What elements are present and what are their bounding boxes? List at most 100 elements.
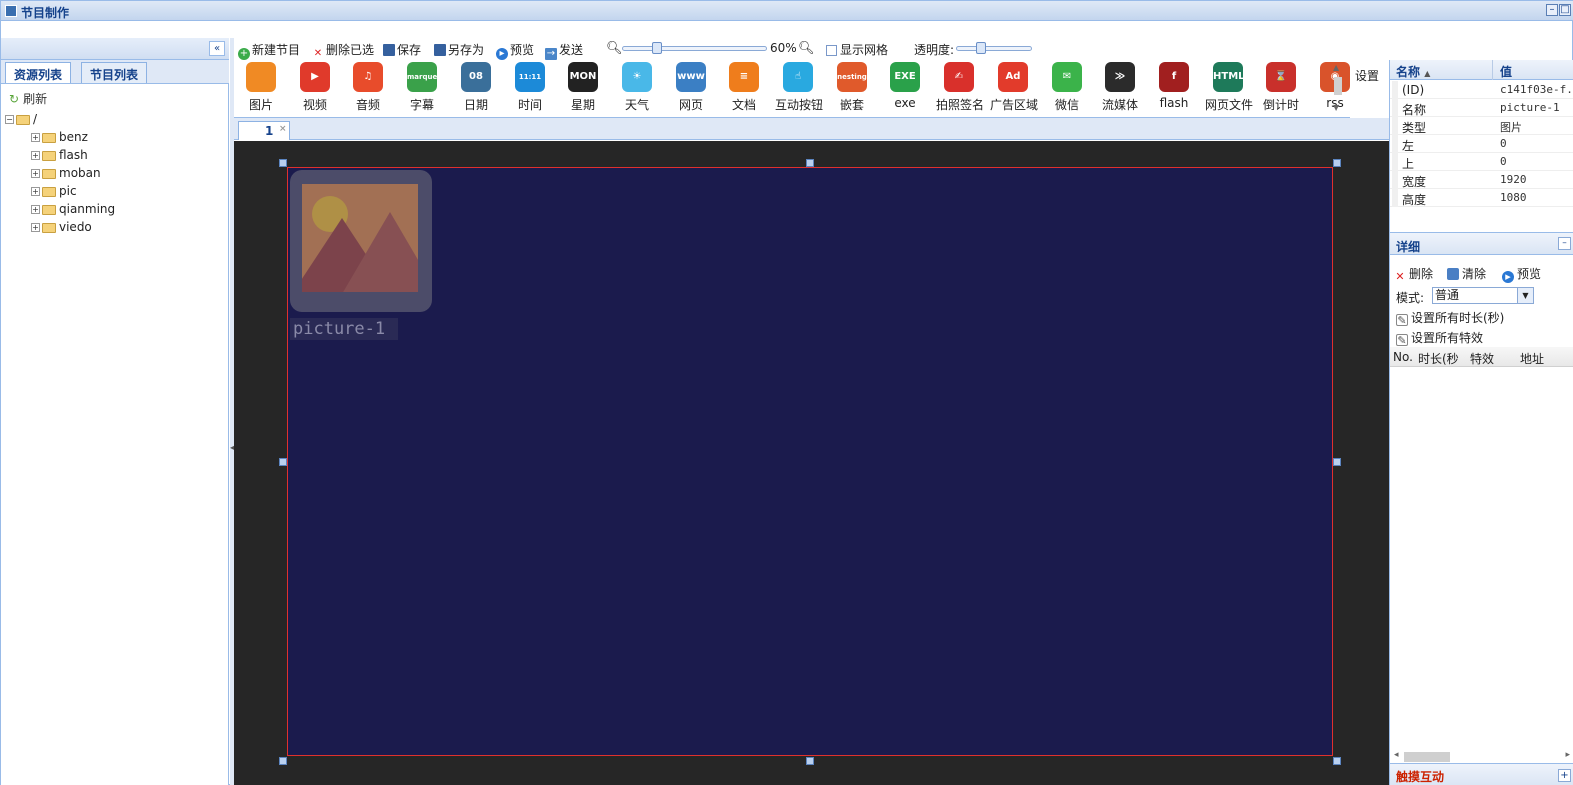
expand-icon[interactable]: + [31,223,40,232]
property-value[interactable]: 1920 [1500,173,1527,186]
widget-calendar[interactable]: 08 日期 [453,62,499,116]
expand-panel-button[interactable]: + [1558,769,1571,782]
program-stage[interactable]: picture-1 [287,167,1333,756]
delete-selected-button[interactable]: ✕ 删除已选 [312,41,374,60]
send-button[interactable]: → 发送 [545,41,583,60]
show-grid-checkbox[interactable]: 显示网格 [826,41,888,58]
opacity-slider[interactable] [956,46,1032,51]
tab-program-list[interactable]: 节目列表 [81,62,148,83]
expand-icon[interactable]: + [31,187,40,196]
preview-button[interactable]: ▸ 预览 [496,41,534,60]
widget-music[interactable]: ♫ 音频 [345,62,391,116]
tree-node-qianming[interactable]: + qianming [5,200,115,218]
column-effect[interactable]: 特效 [1470,350,1494,367]
property-value[interactable]: picture-1 [1500,101,1560,114]
resize-handle-n[interactable] [806,159,814,167]
tree-node-root[interactable]: − / [5,110,115,128]
tree-node-moban[interactable]: + moban [5,164,115,182]
scroll-right-icon[interactable]: ▸ [1565,750,1570,760]
tab-resource-list[interactable]: 资源列表 [5,62,72,83]
resize-handle-ne[interactable] [1333,159,1341,167]
property-value[interactable]: c141f03e-f... [1500,83,1573,96]
collapse-panel-button[interactable]: « [209,41,225,56]
widget-web[interactable]: www 网页 [668,62,714,116]
widget-hourglass[interactable]: ⌛ 倒计时 [1258,62,1304,116]
widget-html[interactable]: HTML 网页文件 [1205,62,1253,116]
zoom-in-icon[interactable]: 🔍︎ [798,41,815,56]
resize-handle-sw[interactable] [279,757,287,765]
property-value[interactable]: 0 [1500,137,1507,150]
widget-ad[interactable]: Ad 广告区域 [990,62,1038,116]
collapse-detail-button[interactable]: – [1558,237,1571,250]
maximize-button[interactable]: □ [1559,4,1571,16]
set-all-effects-button[interactable]: ✎ 设置所有特效 [1396,329,1483,347]
resize-handle-se[interactable] [1333,757,1341,765]
zoom-slider-thumb[interactable] [652,42,662,54]
expand-icon[interactable]: + [31,169,40,178]
property-row[interactable]: 名称 picture-1 [1390,99,1573,117]
save-button[interactable]: 保存 [383,41,421,58]
detail-preview-button[interactable]: ▸ 预览 [1502,265,1541,283]
expand-icon[interactable]: + [31,133,40,142]
scroll-thumb[interactable] [1404,752,1450,762]
expand-icon[interactable]: + [31,205,40,214]
property-row[interactable]: 上0 [1390,153,1573,171]
detail-delete-button[interactable]: ✕ 删除 [1394,265,1433,283]
property-value[interactable]: 1080 [1500,191,1527,204]
property-value[interactable]: 图片 [1500,119,1522,135]
property-row[interactable]: 类型 图片 [1390,117,1573,135]
property-value[interactable]: 0 [1500,155,1507,168]
column-duration[interactable]: 时长(秒 [1418,350,1459,367]
widget-touch-button[interactable]: ☝ 互动按钮 [775,62,823,116]
program-tab-1[interactable]: 1 × [238,121,290,140]
collapse-icon[interactable]: − [5,115,14,124]
widget-weather[interactable]: ☀ 天气 [614,62,660,116]
detail-clear-button[interactable]: 清除 [1447,265,1486,282]
widget-stream[interactable]: ≫ 流媒体 [1097,62,1143,116]
value-column-header[interactable]: 值 [1500,63,1512,80]
zoom-out-icon[interactable]: 🔍︎ [606,41,623,56]
scroll-thumb[interactable] [1334,77,1342,95]
close-tab-icon[interactable]: × [279,124,287,134]
widget-flash[interactable]: f flash [1151,62,1197,116]
widget-clock[interactable]: 11:11 时间 [507,62,553,116]
tree-node-flash[interactable]: + flash [5,146,115,164]
minimize-button[interactable]: – [1546,4,1558,16]
scroll-down-icon[interactable]: ▼ [1333,103,1339,112]
chevron-down-icon[interactable]: ▼ [1517,288,1533,303]
widget-nesting[interactable]: nesting 嵌套 [829,62,875,116]
new-program-button[interactable]: + 新建节目 [238,41,300,60]
widget-wechat[interactable]: ✉ 微信 [1044,62,1090,116]
property-row[interactable]: 左0 [1390,135,1573,153]
horizontal-scrollbar[interactable]: ◂ ▸ [1394,750,1570,764]
picture-element[interactable] [290,170,432,312]
resize-handle-w[interactable] [279,458,287,466]
tree-node-benz[interactable]: + benz [5,128,115,146]
refresh-button[interactable]: ↻ 刷新 [9,90,47,107]
set-all-duration-button[interactable]: ✎ 设置所有时长(秒) [1396,309,1504,327]
settings-button[interactable]: 设置 [1355,67,1379,84]
widget-video[interactable]: ▶ 视频 [292,62,338,116]
save-as-button[interactable]: 另存为 [434,41,484,58]
property-row[interactable]: (ID) c141f03e-f... [1390,81,1573,99]
widget-camera-sign[interactable]: ✍ 拍照签名 [936,62,984,116]
expand-icon[interactable]: + [31,151,40,160]
name-column-header[interactable]: 名称 ▲ [1396,63,1430,80]
widget-scrollbar[interactable]: ▲ ▼ [1331,63,1345,115]
resize-handle-nw[interactable] [279,159,287,167]
widget-marquee[interactable]: marquee 字幕 [399,62,445,116]
property-row[interactable]: 宽度 1920 [1390,171,1573,189]
widget-document[interactable]: ≡ 文档 [721,62,767,116]
tree-node-pic[interactable]: + pic [5,182,115,200]
mode-select[interactable]: 普通 ▼ [1432,287,1534,304]
resize-handle-e[interactable] [1333,458,1341,466]
column-no[interactable]: No. [1393,350,1413,364]
scroll-left-icon[interactable]: ◂ [1394,750,1399,760]
widget-weekday[interactable]: MON 星期 [560,62,606,116]
zoom-slider[interactable] [622,46,767,51]
widget-exe[interactable]: EXE exe [882,62,928,116]
tree-node-viedo[interactable]: + viedo [5,218,115,236]
widget-image[interactable]: 图片 [238,62,284,116]
resize-handle-s[interactable] [806,757,814,765]
property-row[interactable]: 高度 1080 [1390,189,1573,207]
